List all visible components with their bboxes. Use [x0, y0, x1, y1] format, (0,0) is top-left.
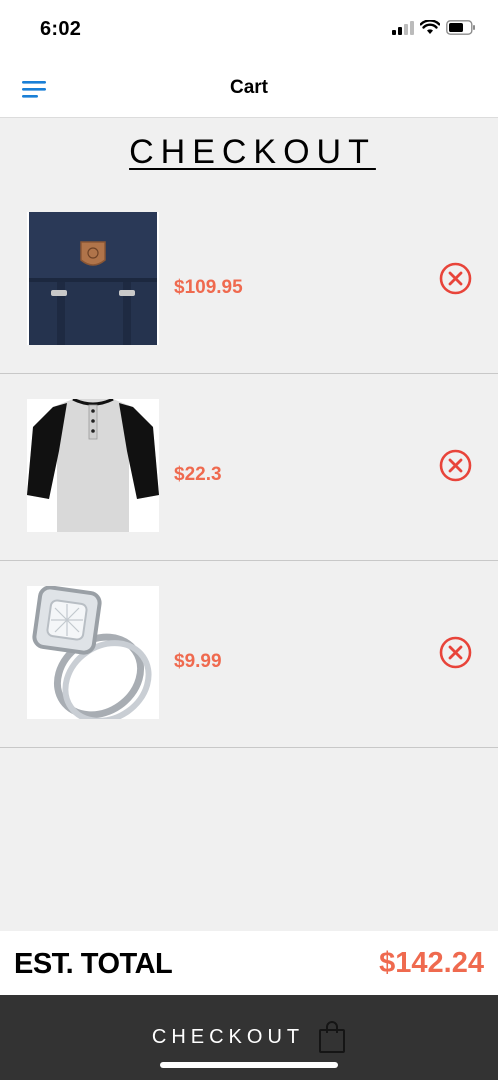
- product-image-ring[interactable]: [27, 586, 159, 719]
- checkout-button-content: CHECKOUT: [0, 1021, 498, 1053]
- battery-icon: [446, 20, 475, 35]
- remove-item-button[interactable]: [439, 262, 472, 295]
- total-bar: EST. TOTAL $142.24: [0, 931, 498, 995]
- remove-item-button[interactable]: [439, 449, 472, 482]
- remove-circle-x-icon: [439, 636, 472, 669]
- shopping-bag-icon: [319, 1021, 346, 1053]
- total-label: EST. TOTAL: [14, 948, 173, 980]
- checkout-button-label: CHECKOUT: [151, 1025, 305, 1048]
- item-price: $109.95: [174, 277, 243, 298]
- item-price: $9.99: [174, 651, 222, 672]
- remove-item-button[interactable]: [439, 636, 472, 669]
- page-heading: CHECKOUT: [0, 133, 498, 172]
- cart-list: $109.95 $22.3 $9.99: [0, 187, 498, 748]
- cellular-signal-icon: [392, 20, 414, 35]
- remove-circle-x-icon: [439, 262, 472, 295]
- wifi-icon: [420, 20, 440, 34]
- product-image-backpack[interactable]: [27, 212, 159, 345]
- home-indicator: [160, 1062, 338, 1068]
- product-image-shirt[interactable]: [27, 399, 159, 532]
- status-bar: 6:02: [0, 0, 498, 58]
- remove-circle-x-icon: [439, 449, 472, 482]
- cart-item: $22.3: [0, 374, 498, 561]
- status-icons: [392, 20, 476, 35]
- nav-title: Cart: [229, 77, 268, 98]
- cart-item: $109.95: [0, 187, 498, 374]
- item-price: $22.3: [174, 464, 222, 485]
- nav-bar: Cart: [0, 58, 498, 118]
- page-heading-text: CHECKOUT: [129, 133, 376, 171]
- total-value: $142.24: [379, 947, 484, 979]
- cart-item: $9.99: [0, 561, 498, 748]
- status-time: 6:02: [40, 18, 82, 40]
